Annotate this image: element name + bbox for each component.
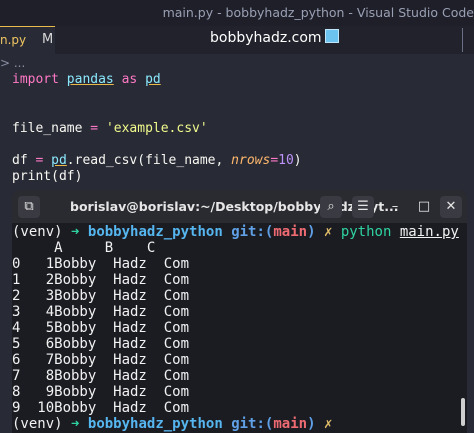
table-row: 9 10Bobby Hadz Com xyxy=(12,400,190,416)
dirty-mark-icon: ✗ xyxy=(323,224,333,240)
git-branch: main xyxy=(273,416,308,432)
venv-label: (venv) xyxy=(12,224,63,240)
prompt-arrow-icon: ➜ xyxy=(71,416,80,432)
code-line-2[interactable]: file_name = 'example.csv' xyxy=(12,121,208,136)
function-call: .read_csv(file_name, xyxy=(66,153,232,168)
prompt-line: (venv) ➜ bobbyhadz_python git:(main) ✗ xyxy=(12,416,332,432)
git-label: git:( xyxy=(231,224,274,240)
table-row: 4 5Bobby Hadz Com xyxy=(12,320,190,336)
divider xyxy=(462,28,463,52)
code-line-1[interactable]: import pandas as pd xyxy=(12,72,161,87)
git-label-close: ) xyxy=(307,416,316,432)
variable-name: file_name xyxy=(12,121,83,136)
close-paren: ) xyxy=(293,153,302,168)
menu-icon[interactable]: ☰ xyxy=(352,196,374,218)
table-row: 5 6Bobby Hadz Com xyxy=(12,336,190,352)
table-row: 7 8Bobby Hadz Com xyxy=(12,368,190,384)
window-title-bar: main.py - bobbyhadz_python - Visual Stud… xyxy=(0,0,474,26)
assign-operator: = xyxy=(27,153,52,168)
code-line-3[interactable]: df = pd.read_csv(file_name, nrows=10) xyxy=(12,153,302,168)
venv-label: (venv) xyxy=(12,416,63,432)
brand-text: bobbyhadz.com xyxy=(210,30,322,46)
maximize-icon[interactable]: □ xyxy=(413,196,435,218)
dataframe-header: A B C xyxy=(12,240,156,256)
terminal-header: ⧉ borislav@borislav:~/Desktop/bobbyhadz_… xyxy=(12,190,467,223)
tab-main-py[interactable]: n.py M xyxy=(0,26,55,54)
table-row: 1 2Bobby Hadz Com xyxy=(12,272,190,288)
close-icon[interactable]: ✕ xyxy=(440,196,462,218)
table-row: 0 1Bobby Hadz Com xyxy=(12,256,190,272)
command-name: python xyxy=(340,224,392,240)
table-row: 8 9Bobby Hadz Com xyxy=(12,384,190,400)
table-row: 6 7Bobby Hadz Com xyxy=(12,352,190,368)
git-label-close: ) xyxy=(307,224,316,240)
git-branch: main xyxy=(273,224,308,240)
prompt-arrow-icon: ➜ xyxy=(71,224,80,240)
string-literal: 'example.csv' xyxy=(105,121,208,136)
keyword-argument: nrows xyxy=(231,153,271,168)
prompt-line: (venv) ➜ bobbyhadz_python git:(main) ✗ p… xyxy=(12,224,459,240)
minimize-icon[interactable]: – xyxy=(384,196,406,218)
git-label: git:( xyxy=(231,416,274,432)
cube-icon xyxy=(324,29,339,43)
search-icon[interactable]: ⌕ xyxy=(320,196,342,218)
current-directory: bobbyhadz_python xyxy=(87,416,223,432)
tab-label: n.py xyxy=(0,33,27,47)
command-argument: main.py xyxy=(399,224,459,240)
new-tab-icon[interactable]: ⧉ xyxy=(18,196,40,218)
current-directory: bobbyhadz_python xyxy=(87,224,223,240)
variable-name: df xyxy=(12,153,28,168)
table-row: 2 3Bobby Hadz Com xyxy=(12,288,190,304)
terminal-scrollbar[interactable] xyxy=(461,398,465,426)
module-alias: pd xyxy=(51,153,67,168)
assign-operator: = xyxy=(82,121,106,136)
assign-operator: = xyxy=(270,153,279,168)
brand-label: bobbyhadz.com xyxy=(210,29,339,46)
terminal-title: borislav@borislav:~/Desktop/bobbyhadz_py… xyxy=(70,199,399,214)
table-row: 3 4Bobby Hadz Com xyxy=(12,304,190,320)
dirty-mark-icon: ✗ xyxy=(323,416,333,432)
number-literal: 10 xyxy=(278,153,294,168)
window-title: main.py - bobbyhadz_python - Visual Stud… xyxy=(162,5,474,20)
keyword-import: import xyxy=(12,72,59,87)
terminal-window[interactable]: ⧉ borislav@borislav:~/Desktop/bobbyhadz_… xyxy=(12,190,467,433)
module-alias: pd xyxy=(145,72,161,87)
keyword-as: as xyxy=(121,72,138,87)
tab-modified-indicator[interactable]: M xyxy=(42,32,53,47)
module-name: pandas xyxy=(66,72,114,87)
code-line-4[interactable]: print(df) xyxy=(12,169,82,184)
